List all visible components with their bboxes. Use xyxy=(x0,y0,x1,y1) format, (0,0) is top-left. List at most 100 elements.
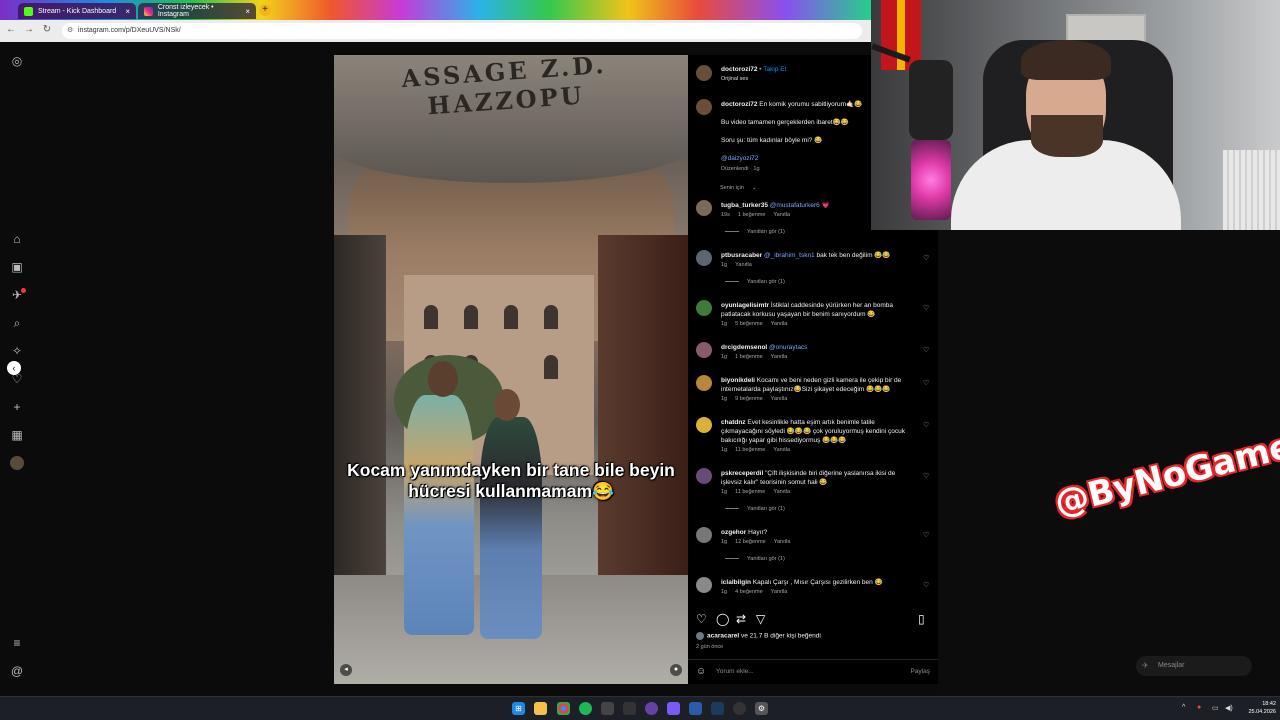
profile-avatar[interactable] xyxy=(10,456,24,470)
commenter-avatar[interactable] xyxy=(696,527,712,543)
explore-icon[interactable]: ✧ xyxy=(10,344,24,358)
post-video[interactable]: ASSAGE Z.D. HAZZOPU Kocam yanımdayken bi… xyxy=(334,55,688,684)
save-bookmark-icon[interactable]: ▯ xyxy=(918,612,925,626)
reply-button[interactable]: Yanıtla xyxy=(771,589,788,595)
close-icon[interactable]: × xyxy=(245,7,250,16)
like-heart-icon[interactable]: ♡ xyxy=(696,612,707,626)
new-tab-button[interactable]: + xyxy=(259,4,271,16)
steam-icon[interactable] xyxy=(711,702,724,715)
commenter-avatar[interactable] xyxy=(696,375,712,391)
reply-button[interactable]: Yanıtla xyxy=(773,489,790,495)
share-icon[interactable]: ▽ xyxy=(756,612,765,626)
comment-username[interactable]: chatdnz xyxy=(721,419,746,426)
mic-tray-icon[interactable]: ● xyxy=(1197,704,1201,711)
view-replies-button[interactable]: Yanıtları gör (1) xyxy=(725,506,785,512)
messages-button[interactable]: ✈ Mesajlar xyxy=(1136,656,1252,676)
repost-icon[interactable]: ⇄ xyxy=(736,612,746,626)
search-icon[interactable]: ⌕ xyxy=(10,316,24,330)
reels-icon[interactable]: ▣ xyxy=(10,260,24,274)
reply-button[interactable]: Yanıtla xyxy=(773,447,790,453)
comment-like-heart-icon[interactable]: ♡ xyxy=(923,254,929,262)
comment-username[interactable]: pskreceperdil xyxy=(721,470,763,477)
file-explorer-icon[interactable] xyxy=(534,702,547,715)
forward-icon[interactable]: → xyxy=(22,24,36,35)
site-info-icon[interactable]: ⚙ xyxy=(67,23,73,39)
spotify-icon[interactable] xyxy=(579,702,592,715)
comment-username[interactable]: ozgehor xyxy=(721,529,746,536)
tag-icon[interactable]: ● xyxy=(670,664,682,676)
comment-mention[interactable]: @mustafaturker6 xyxy=(768,202,820,209)
chrome-icon[interactable] xyxy=(557,702,570,715)
reply-button[interactable]: Yanıtla xyxy=(774,539,791,545)
sort-dropdown[interactable]: Senin için ⌄ xyxy=(720,185,756,191)
reply-button[interactable]: Yanıtla xyxy=(735,262,752,268)
view-replies-button[interactable]: Yanıtları gör (1) xyxy=(725,556,785,562)
settings-icon[interactable]: ⚙ xyxy=(755,702,768,715)
threads-icon[interactable]: @ xyxy=(10,664,24,678)
dashboard-icon[interactable]: ▦ xyxy=(10,428,24,442)
comment-username[interactable]: tugba_turker35 xyxy=(721,202,768,209)
commenter-avatar[interactable] xyxy=(696,250,712,266)
system-clock[interactable]: 18:42 25.04.2026 xyxy=(1240,700,1276,716)
instagram-logo-icon[interactable]: ◎ xyxy=(10,54,24,68)
app-icon[interactable] xyxy=(689,702,702,715)
comment-like-heart-icon[interactable]: ♡ xyxy=(923,581,929,589)
liker-username[interactable]: acaracarel xyxy=(707,633,739,640)
commenter-avatar[interactable] xyxy=(696,200,712,216)
comment-like-heart-icon[interactable]: ♡ xyxy=(923,304,929,312)
comment-like-heart-icon[interactable]: ♡ xyxy=(923,379,929,387)
comment-like-heart-icon[interactable]: ♡ xyxy=(923,346,929,354)
comment-username[interactable]: drcigdemsenol xyxy=(721,344,767,351)
sound-icon[interactable]: ◂ xyxy=(340,664,352,676)
reply-button[interactable]: Yanıtla xyxy=(771,321,788,327)
home-icon[interactable]: ⌂ xyxy=(10,232,24,246)
back-icon[interactable]: ← xyxy=(4,24,18,35)
comment-mention[interactable]: @onuraytacs xyxy=(767,344,807,351)
comment-username[interactable]: iclalbilgin xyxy=(721,579,751,586)
commenter-avatar[interactable] xyxy=(696,577,712,593)
comment-like-heart-icon[interactable]: ♡ xyxy=(923,531,929,539)
comment-meta: 1g 9 beğenme Yanıtla xyxy=(721,396,795,402)
reply-button[interactable]: Yanıtla xyxy=(773,212,790,218)
start-icon[interactable]: ⊞ xyxy=(512,702,525,715)
app-icon[interactable] xyxy=(733,702,746,715)
reply-button[interactable]: Yanıtla xyxy=(771,354,788,360)
obs-icon[interactable] xyxy=(623,702,636,715)
tray-chevron-icon[interactable]: ^ xyxy=(1182,704,1185,711)
commenter-avatar[interactable] xyxy=(696,342,712,358)
reply-button[interactable]: Yanıtla xyxy=(771,396,788,402)
previous-post-arrow-icon[interactable]: ‹ xyxy=(7,361,21,375)
discord-icon[interactable] xyxy=(645,702,658,715)
comment-username[interactable]: biyonikdeli xyxy=(721,377,755,384)
reload-icon[interactable]: ↻ xyxy=(40,24,54,35)
comment-like-heart-icon[interactable]: ♡ xyxy=(923,472,929,480)
url-field[interactable]: ⚙ instagram.com/p/DXeuUVS/NSk/ xyxy=(62,23,862,39)
comment-input[interactable]: Yorum ekle... xyxy=(716,668,754,675)
author-avatar[interactable] xyxy=(696,99,712,115)
tab-kick-dashboard[interactable]: Stream - Kick Dashboard × xyxy=(18,3,136,19)
comment-icon[interactable]: ◯ xyxy=(716,612,729,626)
author-avatar[interactable] xyxy=(696,65,712,81)
author-username[interactable]: doctorozi72 xyxy=(721,66,757,73)
follow-button[interactable]: Takip Et xyxy=(763,66,786,73)
audio-label[interactable]: Orijinal ses xyxy=(721,76,748,82)
comment-username[interactable]: oyunlagelisimtr xyxy=(721,302,769,309)
comment-mention[interactable]: @_ibrahim_tskn1 xyxy=(762,252,815,259)
menu-icon[interactable]: ≡ xyxy=(10,636,24,650)
tab-instagram[interactable]: Cronst izleyecek • Instagram × xyxy=(138,3,256,19)
commenter-avatar[interactable] xyxy=(696,468,712,484)
app-icon[interactable] xyxy=(601,702,614,715)
volume-icon[interactable]: ◀) xyxy=(1225,704,1233,712)
commenter-avatar[interactable] xyxy=(696,300,712,316)
view-replies-button[interactable]: Yanıtları gör (1) xyxy=(725,229,785,235)
commenter-avatar[interactable] xyxy=(696,417,712,433)
close-icon[interactable]: × xyxy=(125,7,130,16)
emoji-icon[interactable]: ☺ xyxy=(696,666,706,677)
comment-username[interactable]: ptbusracaber xyxy=(721,252,762,259)
network-icon[interactable]: ▭ xyxy=(1212,704,1219,712)
comment-like-heart-icon[interactable]: ♡ xyxy=(923,421,929,429)
post-comment-button[interactable]: Paylaş xyxy=(910,668,930,675)
view-replies-button[interactable]: Yanıtları gör (1) xyxy=(725,279,785,285)
app-icon[interactable] xyxy=(667,702,680,715)
create-icon[interactable]: + xyxy=(10,400,24,414)
